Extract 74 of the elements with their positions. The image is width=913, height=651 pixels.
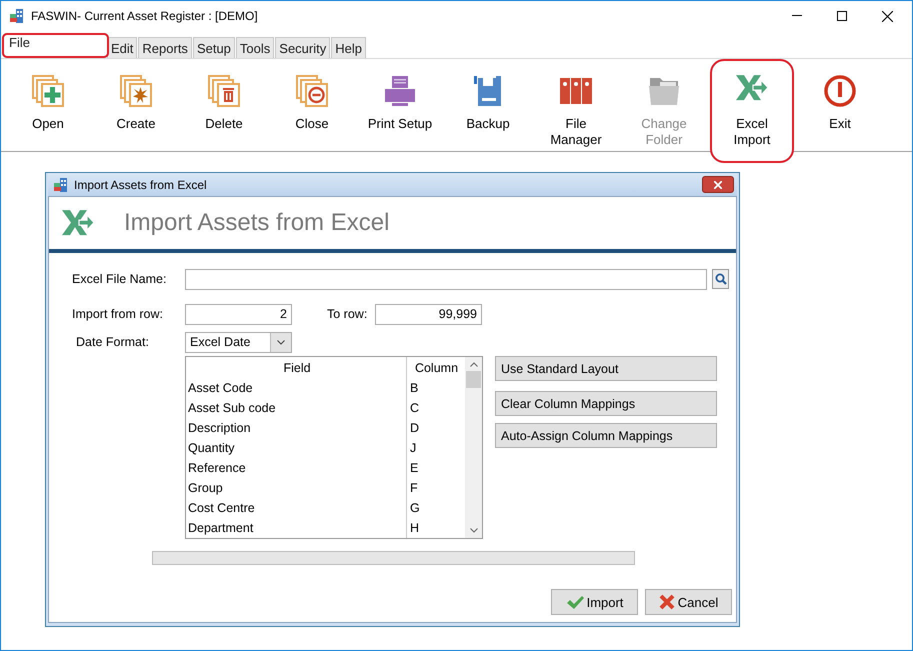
ribbon-button[interactable]: File Manager [532, 59, 620, 151]
field-label: Date Format: [75, 335, 150, 349]
table-cell-text: C [409, 400, 420, 417]
ribbon-button[interactable]: Create [92, 59, 180, 151]
scroll-up-icon[interactable] [470, 362, 478, 367]
maximize-icon[interactable] [837, 11, 847, 21]
search-icon [714, 273, 726, 285]
search-button[interactable] [712, 269, 729, 289]
menu-tab[interactable]: Security [275, 37, 330, 58]
scroll-down-icon[interactable] [470, 528, 478, 533]
menu-tab[interactable]: File [2, 33, 109, 58]
ribbon-button[interactable]: Exit [796, 59, 884, 151]
window-title: FASWIN- Current Asset Register : [DEMO] [31, 9, 258, 23]
table-cell: Department [186, 518, 407, 538]
field-label: Excel File Name: [71, 272, 168, 286]
column-header: Field [186, 357, 407, 378]
action-button[interactable]: Auto-Assign Column Mappings [495, 423, 717, 448]
table-cell-text: E [409, 460, 420, 477]
table-cell: Asset Code [186, 378, 407, 398]
ribbon-button[interactable]: Open [4, 59, 92, 151]
close-icon [714, 180, 722, 188]
cancel-button[interactable]: Cancel [645, 589, 732, 615]
new-document-icon [119, 74, 153, 108]
checkmark-icon [566, 594, 584, 610]
close-icon[interactable] [882, 10, 893, 22]
power-icon [823, 74, 857, 108]
x-mark-icon [658, 594, 675, 610]
table-cell-text: F [409, 480, 419, 497]
minimize-icon[interactable] [792, 15, 802, 17]
column-header: Column [414, 360, 460, 376]
excel-logo-icon [61, 209, 95, 237]
field-label: To row: [327, 307, 368, 321]
dialog-title: Import Assets from Excel [74, 178, 207, 192]
ribbon-button[interactable]: Delete [180, 59, 268, 151]
menu-tab[interactable]: Edit [107, 37, 138, 58]
close-button[interactable] [702, 176, 734, 193]
ribbon-button[interactable]: Excel Import [710, 59, 794, 163]
ribbon-button[interactable]: Close [268, 59, 356, 151]
ribbon-button[interactable]: Print Setup [356, 59, 444, 151]
table-cell: Cost Centre [186, 498, 407, 518]
table-cell: Reference [186, 458, 407, 478]
ribbon-button[interactable]: Backup [444, 59, 532, 151]
scrollbar-thumb[interactable] [466, 371, 481, 388]
app-icon [53, 176, 69, 192]
table-cell-text: D [409, 420, 420, 437]
menu-tab[interactable]: Tools [236, 37, 274, 58]
table-cell: Description [186, 418, 407, 438]
table-cell: Group [186, 478, 407, 498]
import-button[interactable]: Import [551, 589, 638, 615]
action-button[interactable]: Clear Column Mappings [495, 391, 717, 416]
app-icon [9, 8, 25, 24]
field-label: Import from row: [71, 307, 164, 321]
scrollbar[interactable] [465, 357, 482, 538]
menu-tab[interactable]: Help [331, 37, 366, 58]
table-cell-text: B [409, 380, 420, 397]
table-cell-text: G [409, 500, 421, 517]
action-button[interactable]: Use Standard Layout [495, 356, 717, 381]
menu-tab[interactable]: Setup [192, 37, 235, 58]
printer-icon [383, 74, 417, 108]
menu-tab[interactable]: Reports [138, 37, 192, 58]
table-cell-text: J [409, 440, 418, 457]
excel-import-icon [735, 74, 769, 102]
input-field[interactable] [185, 268, 707, 290]
input-field[interactable]: 2 [185, 304, 292, 324]
dialog-heading: Import Assets from Excel [124, 209, 390, 237]
dropdown[interactable]: Excel Date [185, 332, 292, 352]
close-document-icon [295, 74, 329, 108]
table-cell: Quantity [186, 438, 407, 458]
table-cell-text: H [409, 520, 420, 537]
add-document-icon [31, 74, 65, 108]
table-cell: Asset Sub code [186, 398, 407, 418]
delete-document-icon [207, 74, 241, 108]
chevron-down-icon [277, 340, 285, 344]
input-field[interactable]: 99,999 [375, 304, 482, 324]
